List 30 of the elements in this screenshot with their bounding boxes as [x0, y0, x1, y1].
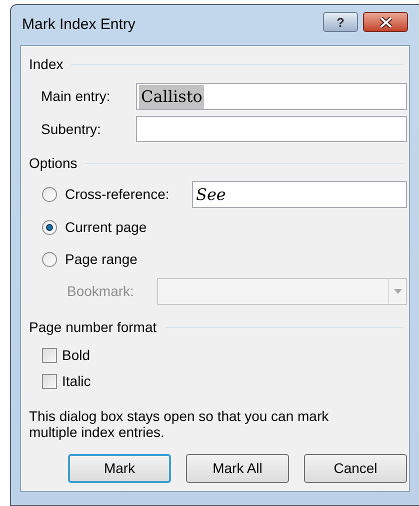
field-label: Subentry: [40, 120, 102, 139]
dialog-button[interactable]: Mark All [186, 454, 289, 483]
subentry-field[interactable] [136, 116, 407, 142]
radio-button[interactable] [42, 220, 57, 234]
checkbox-label: Italic [62, 372, 91, 390]
radio-button[interactable] [42, 252, 57, 266]
checkbox[interactable] [42, 348, 57, 362]
main-entry-field[interactable]: Callisto [136, 83, 407, 110]
info-text: This dialog box stays open so that you can mark multiple index entries. [29, 408, 330, 440]
close-icon [378, 16, 392, 28]
cross-reference-field[interactable]: See [192, 181, 407, 208]
help-button[interactable]: ? [323, 12, 358, 32]
checkbox[interactable] [42, 374, 57, 388]
field-value: Callisto [139, 84, 204, 108]
field-label: Bookmark: [66, 282, 135, 301]
section-heading: Options [29, 154, 78, 172]
radio-label: Page range [65, 250, 138, 269]
dropdown-arrow-icon [394, 289, 402, 294]
dialog-button[interactable]: Cancel [304, 454, 407, 483]
section-heading: Page number format [29, 318, 157, 336]
window-title: Mark Index Entry [22, 14, 136, 35]
radio-label: Cross-reference: [65, 185, 170, 204]
section-heading: Index [29, 55, 64, 73]
checkbox-label: Bold [62, 346, 90, 364]
radio-button[interactable] [42, 187, 57, 202]
radio-label: Current page [65, 218, 147, 237]
close-button[interactable] [363, 12, 408, 32]
field-label: Main entry: [40, 87, 112, 106]
dialog-button[interactable]: Mark [68, 454, 171, 483]
field-value: See [196, 184, 226, 206]
